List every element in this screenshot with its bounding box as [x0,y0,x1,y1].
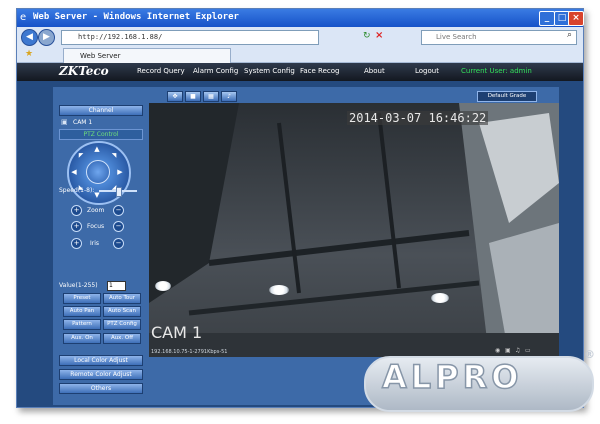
refresh-icon[interactable]: ↻ [363,31,371,41]
ceiling-lamp [431,293,449,303]
tab-web-server[interactable]: Web Server [63,48,231,63]
ptz-center-button[interactable] [86,160,110,184]
auto-pan-button[interactable]: Auto Pan [63,306,101,317]
ptz-control-label[interactable]: PTZ Control [59,129,143,140]
aux-on-button[interactable]: Aux. On [63,333,101,344]
video-timestamp: 2014-03-07 16:46:22 [347,111,489,125]
quad-view-icon[interactable]: ▦ [203,91,219,102]
remote-color-adjust-button[interactable]: Remote Color Adjust [59,369,143,380]
ptz-config-button[interactable]: PTZ Config [103,319,141,330]
zoom-in-button[interactable]: + [71,205,82,216]
zoom-label: Zoom [87,207,105,214]
value-input[interactable]: 1 [107,281,126,291]
aux-off-button[interactable]: Aux. Off [103,333,141,344]
video-camera-label: CAM 1 [151,323,203,342]
iris-open-button[interactable]: + [71,238,82,249]
ptz-up-left-icon[interactable]: ◤ [77,152,85,160]
browser-window: e Web Server - Windows Internet Explorer… [16,8,584,408]
close-button[interactable]: × [568,11,584,26]
window-title: Web Server - Windows Internet Explorer [33,12,239,22]
value-label: Value(1-255) [59,282,98,289]
settings-icon[interactable]: ▭ [525,347,531,354]
registered-mark: ® [584,348,595,361]
ie-logo-icon: e [20,12,27,23]
address-input[interactable]: http://192.168.1.88/ [61,30,319,45]
video-scene [149,103,559,357]
ceiling-lamp [155,281,171,291]
ptz-left-icon[interactable]: ◀ [70,168,78,176]
iris-label: Iris [90,240,100,247]
camera-icon: ▣ [61,118,68,126]
forward-icon[interactable]: ▶ [38,29,55,46]
alpro-watermark-text: ALPRO [381,357,523,397]
microphone-icon[interactable]: ♪ [221,91,237,102]
speed-label: Speed(1-8): [59,187,95,194]
title-bar: e Web Server - Windows Internet Explorer… [17,9,584,27]
auto-scan-button[interactable]: Auto Scan [103,306,141,317]
zoom-out-button[interactable]: − [113,205,124,216]
back-icon[interactable]: ◀ [21,29,38,46]
speed-slider-handle[interactable] [116,187,122,197]
ceiling-lamp [269,285,289,295]
audio-icon[interactable]: ♫ [515,347,520,354]
iris-close-button[interactable]: − [113,238,124,249]
camera-item-cam1[interactable]: CAM 1 [73,119,92,126]
zkteco-logo: ZKTeco [59,64,109,78]
menu-system-config[interactable]: System Config [244,67,295,75]
record-icon[interactable]: ◉ [495,347,500,354]
current-user-label: Current User: admin [461,67,532,75]
ptz-up-right-icon[interactable]: ◥ [110,152,118,160]
app-menu-bar: ZKTeco Record Query Alarm Config System … [17,63,583,81]
focus-label: Focus [87,223,105,230]
address-bar-row: ◀ ▶ http://192.168.1.88/ ↻ × Live Search… [17,27,583,47]
channel-button[interactable]: Channel [59,105,143,116]
fullscreen-icon[interactable]: ✥ [167,91,183,102]
tab-row: ★ Web Server [17,47,583,63]
focus-out-button[interactable]: − [113,221,124,232]
search-icon[interactable]: ⌕ [567,30,572,40]
menu-record-query[interactable]: Record Query [137,67,185,75]
live-video-feed[interactable]: 2014-03-07 16:46:22 CAM 1 192.168.10.75-… [149,103,559,357]
menu-face-recog[interactable]: Face Recog [300,67,339,75]
search-input[interactable]: Live Search [421,30,577,45]
favorites-star-icon[interactable]: ★ [25,49,33,59]
minimize-button[interactable]: _ [539,11,555,26]
pattern-button[interactable]: Pattern [63,319,101,330]
stop-icon[interactable]: × [375,30,383,41]
default-grade-button[interactable]: Default Grade [477,91,537,102]
ptz-right-icon[interactable]: ▶ [116,168,124,176]
ptz-up-icon[interactable]: ▲ [93,145,101,153]
menu-logout[interactable]: Logout [415,67,439,75]
preset-button[interactable]: Preset [63,293,101,304]
others-button[interactable]: Others [59,383,143,394]
video-stream-info: 192.168.10.75-1-2791Kbps-51 [151,349,228,355]
menu-alarm-config[interactable]: Alarm Config [193,67,238,75]
focus-in-button[interactable]: + [71,221,82,232]
menu-about[interactable]: About [364,67,385,75]
snapshot-icon[interactable]: ▣ [505,347,511,354]
single-view-icon[interactable]: ■ [185,91,201,102]
auto-tour-button[interactable]: Auto Tour [103,293,141,304]
local-color-adjust-button[interactable]: Local Color Adjust [59,355,143,366]
